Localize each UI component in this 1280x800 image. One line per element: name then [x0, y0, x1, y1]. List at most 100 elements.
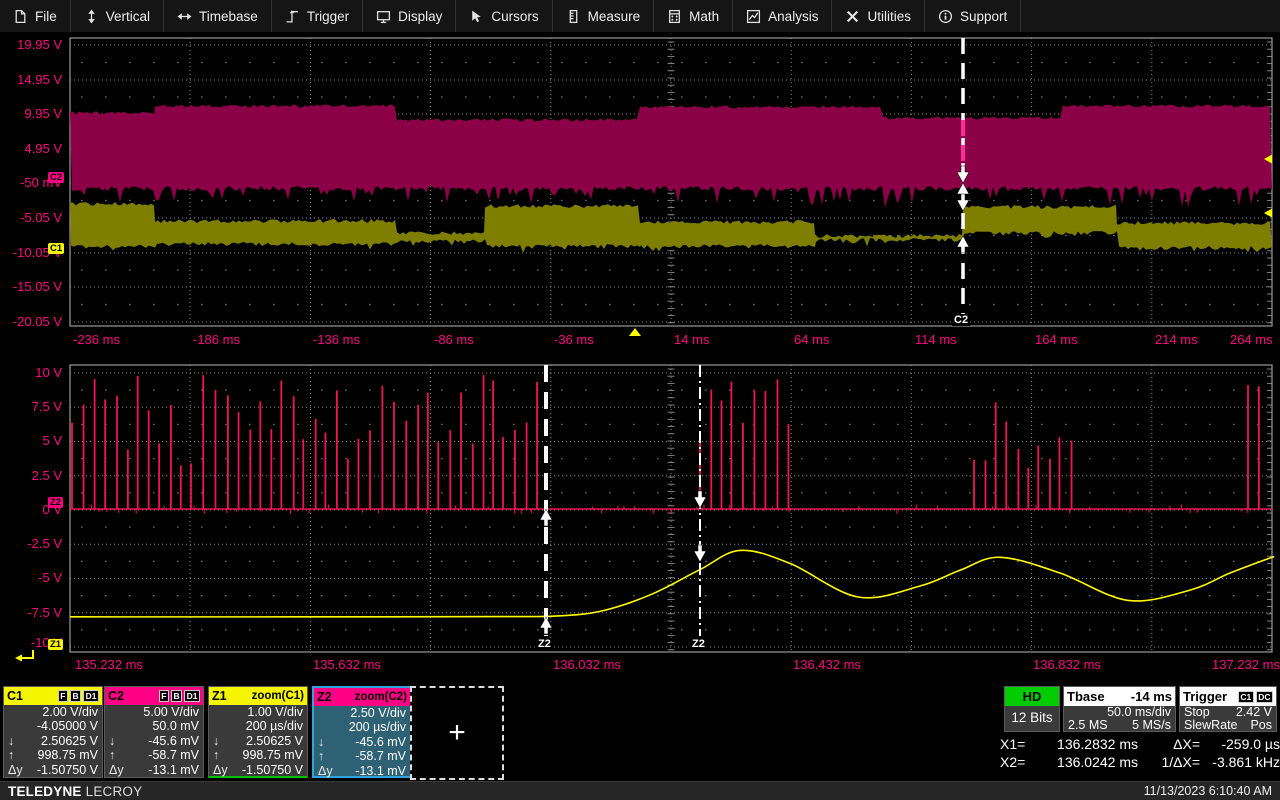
inv-dx-label: 1/ΔX=: [1138, 753, 1200, 771]
menu-math[interactable]: Math: [654, 0, 733, 32]
descriptor-header: Z2 zoom(C2): [314, 688, 410, 706]
channel-zero-marker[interactable]: C2: [48, 172, 64, 183]
x-axis-label: -186 ms: [193, 332, 240, 347]
menu-display[interactable]: Display: [363, 0, 456, 32]
menu-label: Support: [960, 9, 1007, 24]
menu-analysis[interactable]: Analysis: [733, 0, 832, 32]
menu-label: Cursors: [491, 9, 538, 24]
offset-row: -4.05000 V: [4, 719, 102, 733]
vdiv-row: 2.50 V/div: [314, 706, 410, 720]
y-axis-label: -7.5 V: [0, 605, 62, 620]
menu-cursors[interactable]: Cursors: [456, 0, 552, 32]
timebase-sample-row: 2.5 MS 5 MS/s: [1064, 719, 1175, 732]
menu-support[interactable]: Support: [925, 0, 1021, 32]
menu-label: Measure: [588, 9, 641, 24]
trace-descriptor-c1[interactable]: C1 F B D1 2.00 V/div -4.05000 V ↓2.50625…: [3, 686, 103, 778]
brand-teledyne: TELEDYNE: [8, 784, 82, 799]
menu-timebase[interactable]: Timebase: [164, 0, 272, 32]
menu-bar: File Vertical Timebase Trigger Display C…: [0, 0, 1280, 33]
badge-group: F B D1: [58, 690, 99, 702]
trace-descriptor-z1[interactable]: Z1 zoom(C1) 1.00 V/div 200 µs/div ↓2.506…: [208, 686, 308, 778]
cursor-handle-top[interactable]: [959, 38, 967, 326]
menu-vertical[interactable]: Vertical: [71, 0, 164, 32]
timebase-box[interactable]: Tbase -14 ms 50.0 ms/div 2.5 MS 5 MS/s: [1063, 686, 1176, 732]
bits-label: 12 Bits: [1005, 706, 1059, 730]
menu-label: Utilities: [867, 9, 911, 24]
x1-row: X1= 136.2832 ms ΔX= -259.0 µs: [1000, 735, 1280, 753]
vdiv-row: 1.00 V/div: [209, 705, 307, 719]
x2-value: 136.0242 ms: [1036, 753, 1138, 771]
badge-group: F B D1: [159, 690, 200, 702]
tdiv-row: 200 µs/div: [209, 719, 307, 733]
dx-value: -259.0 µs: [1200, 735, 1280, 753]
main-grid-plot-area[interactable]: [70, 38, 1272, 326]
y-axis-label: -20.05 V: [0, 314, 62, 329]
info-icon: [938, 9, 953, 24]
trigger-edge-icon: [285, 9, 300, 24]
cursor-high-row: ↑998.75 mV: [209, 748, 307, 762]
y-axis-label: 9.95 V: [0, 106, 62, 121]
add-trace-box[interactable]: +: [410, 686, 504, 780]
row-value: -13.1 mV: [148, 763, 199, 777]
trigger-header: Trigger C1 DC: [1180, 687, 1276, 706]
row-value: -58.7 mV: [355, 749, 406, 763]
trigger-type: SlewRate: [1184, 719, 1238, 732]
pointer-icon: [469, 9, 484, 24]
x-axis-label: 214 ms: [1155, 332, 1198, 347]
x-axis-label: 135.632 ms: [313, 657, 381, 672]
tdiv-row: 200 µs/div: [314, 720, 410, 734]
cursor-high-row: ↑-58.7 mV: [105, 748, 203, 762]
trigger-box[interactable]: Trigger C1 DC Stop 2.42 V SlewRate Pos: [1179, 686, 1277, 732]
acquisition-box[interactable]: HD 12 Bits: [1004, 686, 1060, 732]
zoom-source: zoom(C1): [252, 690, 304, 702]
dx-label: ΔX=: [1138, 735, 1200, 753]
trace-id: Z2: [317, 690, 332, 704]
zoom-source: zoom(C2): [355, 691, 407, 703]
badge-group: C1 DC: [1238, 691, 1273, 703]
row-value: 2.50 V/div: [350, 706, 406, 720]
menu-label: File: [35, 9, 57, 24]
timebase-offset: -14 ms: [1131, 689, 1172, 704]
cursor-readout: X1= 136.2832 ms ΔX= -259.0 µs X2= 136.02…: [1000, 735, 1280, 771]
x1-value: 136.2832 ms: [1036, 735, 1138, 753]
badge-f: F: [58, 690, 68, 702]
up-arrow-icon: ↑: [8, 748, 14, 762]
trace-descriptor-z2-selected[interactable]: Z2 zoom(C2) 2.50 V/div 200 µs/div ↓-45.6…: [312, 686, 412, 778]
y-axis-label: -5 V: [0, 570, 62, 585]
cursor-handle-x2[interactable]: [542, 365, 550, 652]
delta-y-symbol: Δy: [109, 763, 124, 777]
descriptor-header: Z1 zoom(C1): [209, 687, 307, 705]
monitor-icon: [376, 9, 391, 24]
x-axis-label: 135.232 ms: [75, 657, 143, 672]
channel-zero-marker[interactable]: Z2: [48, 497, 63, 508]
x-axis-label: -136 ms: [313, 332, 360, 347]
row-value: 2.00 V/div: [42, 705, 98, 719]
menu-file[interactable]: File: [0, 0, 71, 32]
x-axis-label: 136.832 ms: [1033, 657, 1101, 672]
badge-d1: D1: [83, 690, 99, 702]
cursor-low-row: ↓2.50625 V: [4, 734, 102, 748]
channel-zero-marker[interactable]: Z1: [48, 639, 63, 650]
y-axis-label: 2.5 V: [0, 468, 62, 483]
delta-y-symbol: Δy: [8, 763, 23, 777]
zoom-grid-plot-area[interactable]: [70, 365, 1272, 652]
trigger-slope: Pos: [1250, 719, 1272, 732]
cursor-low-row: ↓-45.6 mV: [105, 734, 203, 748]
menu-trigger[interactable]: Trigger: [272, 0, 363, 32]
x2-row: X2= 136.0242 ms 1/ΔX= -3.861 kHz: [1000, 753, 1280, 771]
channel-zero-marker[interactable]: C1: [48, 243, 64, 254]
y-axis-label: 4.95 V: [0, 141, 62, 156]
cursor-handle-x1[interactable]: [696, 365, 704, 652]
timebase-title: Tbase: [1067, 689, 1105, 704]
descriptor-header: C2 F B D1: [105, 687, 203, 705]
x-axis-label: -86 ms: [434, 332, 474, 347]
menu-utilities[interactable]: Utilities: [832, 0, 925, 32]
menu-measure[interactable]: Measure: [553, 0, 655, 32]
datetime-label: 11/13/2023 6:10:40 AM: [1144, 784, 1272, 798]
menu-label: Analysis: [768, 9, 818, 24]
badge-f: F: [159, 690, 169, 702]
y-axis-label: 19.95 V: [0, 37, 62, 52]
delta-y-symbol: Δy: [213, 763, 228, 777]
trace-descriptor-c2[interactable]: C2 F B D1 5.00 V/div 50.0 mV ↓-45.6 mV ↑…: [104, 686, 204, 778]
x-axis-label: 264 ms: [1230, 332, 1273, 347]
